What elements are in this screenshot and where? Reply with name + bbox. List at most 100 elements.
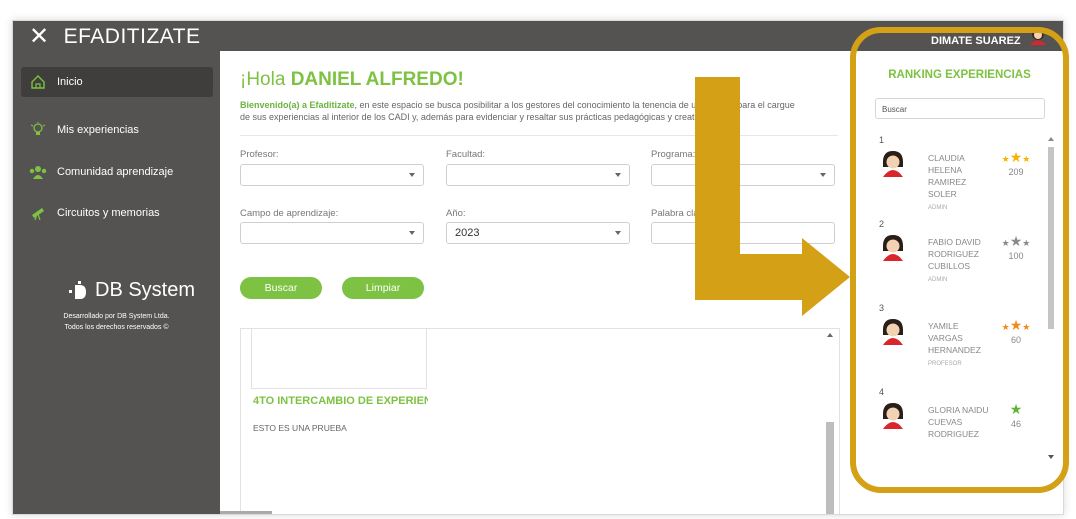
ranking-search-input[interactable] <box>876 100 1044 119</box>
scroll-up-icon[interactable] <box>827 333 833 337</box>
close-icon[interactable]: ✕ <box>29 25 50 49</box>
app-brand: ✕ EFADITIZATE <box>29 25 201 49</box>
rank-role: ADMIN <box>928 277 948 283</box>
small-star-icon: ★ <box>1022 238 1031 248</box>
experience-description: ESTO ES UNA PRUEBA <box>253 423 347 433</box>
rank-score: 46 <box>1010 419 1021 429</box>
footer-line-1: Desarrollado por DB System Ltda. <box>63 313 170 320</box>
footer-line-2: Todos los derechos reservados © <box>64 324 169 331</box>
star-icon: ★ <box>1009 401 1023 417</box>
ranking-title: RANKING EXPERIENCIAS <box>888 69 1031 81</box>
rank-name: CLAUDIA HELENA RAMIREZ SOLER <box>928 153 967 199</box>
rank-name: FABIO DAVID RODRIGUEZ CUBILLOS <box>928 237 981 271</box>
user-name[interactable]: DIMATE SUAREZ <box>931 35 1021 47</box>
facultad-label: Facultad: <box>446 149 486 160</box>
welcome-bold: Bienvenido(a) a Efaditizate <box>240 100 355 110</box>
ranking-item[interactable]: 4 GLORIA NAIDU CUEVAS RODRIGUEZ ★ 46 <box>879 387 1044 462</box>
sidebar: Inicio Mis experiencias Comunidad aprend… <box>13 51 220 514</box>
profesor-label: Profesor: <box>240 149 279 160</box>
sidebar-item-comunidad[interactable]: Comunidad aprendizaje <box>21 157 213 187</box>
avatar-icon <box>879 401 907 434</box>
rank-name-block: CLAUDIA HELENA RAMIREZ SOLER ADMIN <box>928 152 990 214</box>
rank-score: 60 <box>1010 335 1021 345</box>
rank-name-block: FABIO DAVID RODRIGUEZ CUBILLOS ADMIN <box>928 236 990 286</box>
scroll-up-icon[interactable] <box>1048 137 1054 141</box>
user-avatar-icon[interactable] <box>1028 27 1048 50</box>
ranking-panel: RANKING EXPERIENCIAS 1 CLAUDIA HELENA RA… <box>854 51 1063 514</box>
rank-stars: ★ <box>996 401 1036 417</box>
chevron-down-icon <box>409 173 415 177</box>
anio-select[interactable]: 2023 <box>446 222 630 244</box>
rank-number: 1 <box>879 135 885 145</box>
results-list: 4TO INTERCAMBIO DE EXPERIENCIAS ESTO ES … <box>240 328 840 514</box>
campo-select[interactable] <box>240 222 424 244</box>
ranking-search[interactable] <box>875 98 1045 119</box>
anio-label: Año: <box>446 208 466 219</box>
star-icon: ★ <box>1009 233 1023 249</box>
rank-role: ADMIN <box>928 205 948 211</box>
small-star-icon: ★ <box>1001 154 1010 164</box>
brand-name: DB System <box>95 279 196 301</box>
app-title: EFADITIZATE <box>63 25 201 48</box>
programa-select[interactable] <box>651 164 835 186</box>
small-star-icon: ★ <box>1022 322 1031 332</box>
campo-label: Campo de aprendizaje: <box>240 208 339 219</box>
rank-name-block: GLORIA NAIDU CUEVAS RODRIGUEZ <box>928 404 990 442</box>
facultad-select[interactable] <box>446 164 630 186</box>
sidebar-item-mis-experiencias[interactable]: Mis experiencias <box>21 115 213 145</box>
divider <box>240 135 838 136</box>
programa-label: Programa: <box>651 149 696 160</box>
small-star-icon: ★ <box>1022 154 1031 164</box>
sidebar-item-label: Inicio <box>57 76 83 88</box>
rank-stars: ★★★ <box>996 317 1036 333</box>
greeting-prefix: ¡Hola <box>240 69 286 90</box>
horizontal-scroll-thumb[interactable] <box>220 511 272 514</box>
home-icon <box>29 73 47 91</box>
lightbulb-icon <box>29 121 47 139</box>
ranking-item[interactable]: 1 CLAUDIA HELENA RAMIREZ SOLER ADMIN ★★★… <box>879 135 1044 215</box>
sidebar-item-label: Comunidad aprendizaje <box>57 166 174 178</box>
star-icon: ★ <box>1009 317 1023 333</box>
small-star-icon: ★ <box>1001 238 1010 248</box>
chevron-down-icon <box>820 173 826 177</box>
rank-number: 4 <box>879 387 885 397</box>
ranking-item[interactable]: 3 YAMILE VARGAS HERNANDEZ PROFESOR ★★★ 6… <box>879 303 1044 383</box>
sidebar-item-label: Mis experiencias <box>57 124 139 136</box>
rank-name: GLORIA NAIDU CUEVAS RODRIGUEZ <box>928 405 989 439</box>
chevron-down-icon <box>615 173 621 177</box>
sidebar-item-label: Circuitos y memorias <box>57 207 160 219</box>
palabra-input[interactable] <box>651 222 835 244</box>
avatar-icon <box>879 233 907 266</box>
rank-score: 209 <box>1008 167 1024 177</box>
sidebar-item-inicio[interactable]: Inicio <box>21 67 213 97</box>
rank-name-block: YAMILE VARGAS HERNANDEZ PROFESOR <box>928 320 990 370</box>
results-scroll-thumb[interactable] <box>826 422 834 514</box>
ranking-scroll-thumb[interactable] <box>1048 147 1054 329</box>
avatar-icon <box>879 149 907 182</box>
welcome-line-1: , en este espacio se busca posibilitar a… <box>354 100 795 110</box>
welcome-line-2: de sus experiencias al interior de los C… <box>240 112 714 122</box>
ranking-list: 1 CLAUDIA HELENA RAMIREZ SOLER ADMIN ★★★… <box>879 135 1054 462</box>
star-icon: ★ <box>1009 149 1023 165</box>
profesor-select[interactable] <box>240 164 424 186</box>
db-logo-icon <box>69 280 86 299</box>
scroll-down-icon[interactable] <box>1048 455 1054 459</box>
welcome-text: Bienvenido(a) a Efaditizate, en este esp… <box>240 99 840 123</box>
telescope-icon <box>29 204 47 222</box>
clear-button[interactable]: Limpiar <box>342 277 424 299</box>
app-window: ✕ EFADITIZATE DIMATE SUAREZ Inicio Mis e… <box>12 20 1064 515</box>
experience-thumbnail[interactable] <box>251 329 427 389</box>
rank-name: YAMILE VARGAS HERNANDEZ <box>928 321 981 355</box>
page-title: ¡Hola DANIEL ALFREDO! <box>240 69 464 91</box>
palabra-label: Palabra clave: <box>651 208 712 219</box>
sidebar-item-circuitos[interactable]: Circuitos y memorias <box>21 198 213 228</box>
main-content: ¡Hola DANIEL ALFREDO! Bienvenido(a) a Ef… <box>220 51 850 514</box>
greeting-name: DANIEL ALFREDO! <box>290 69 464 90</box>
experience-title[interactable]: 4TO INTERCAMBIO DE EXPERIENCIAS <box>253 395 428 407</box>
top-bar: ✕ EFADITIZATE DIMATE SUAREZ <box>13 21 1063 51</box>
chevron-down-icon <box>615 231 621 235</box>
ranking-item[interactable]: 2 FABIO DAVID RODRIGUEZ CUBILLOS ADMIN ★… <box>879 219 1044 299</box>
anio-value: 2023 <box>455 227 480 239</box>
rank-number: 2 <box>879 219 885 229</box>
search-button[interactable]: Buscar <box>240 277 322 299</box>
